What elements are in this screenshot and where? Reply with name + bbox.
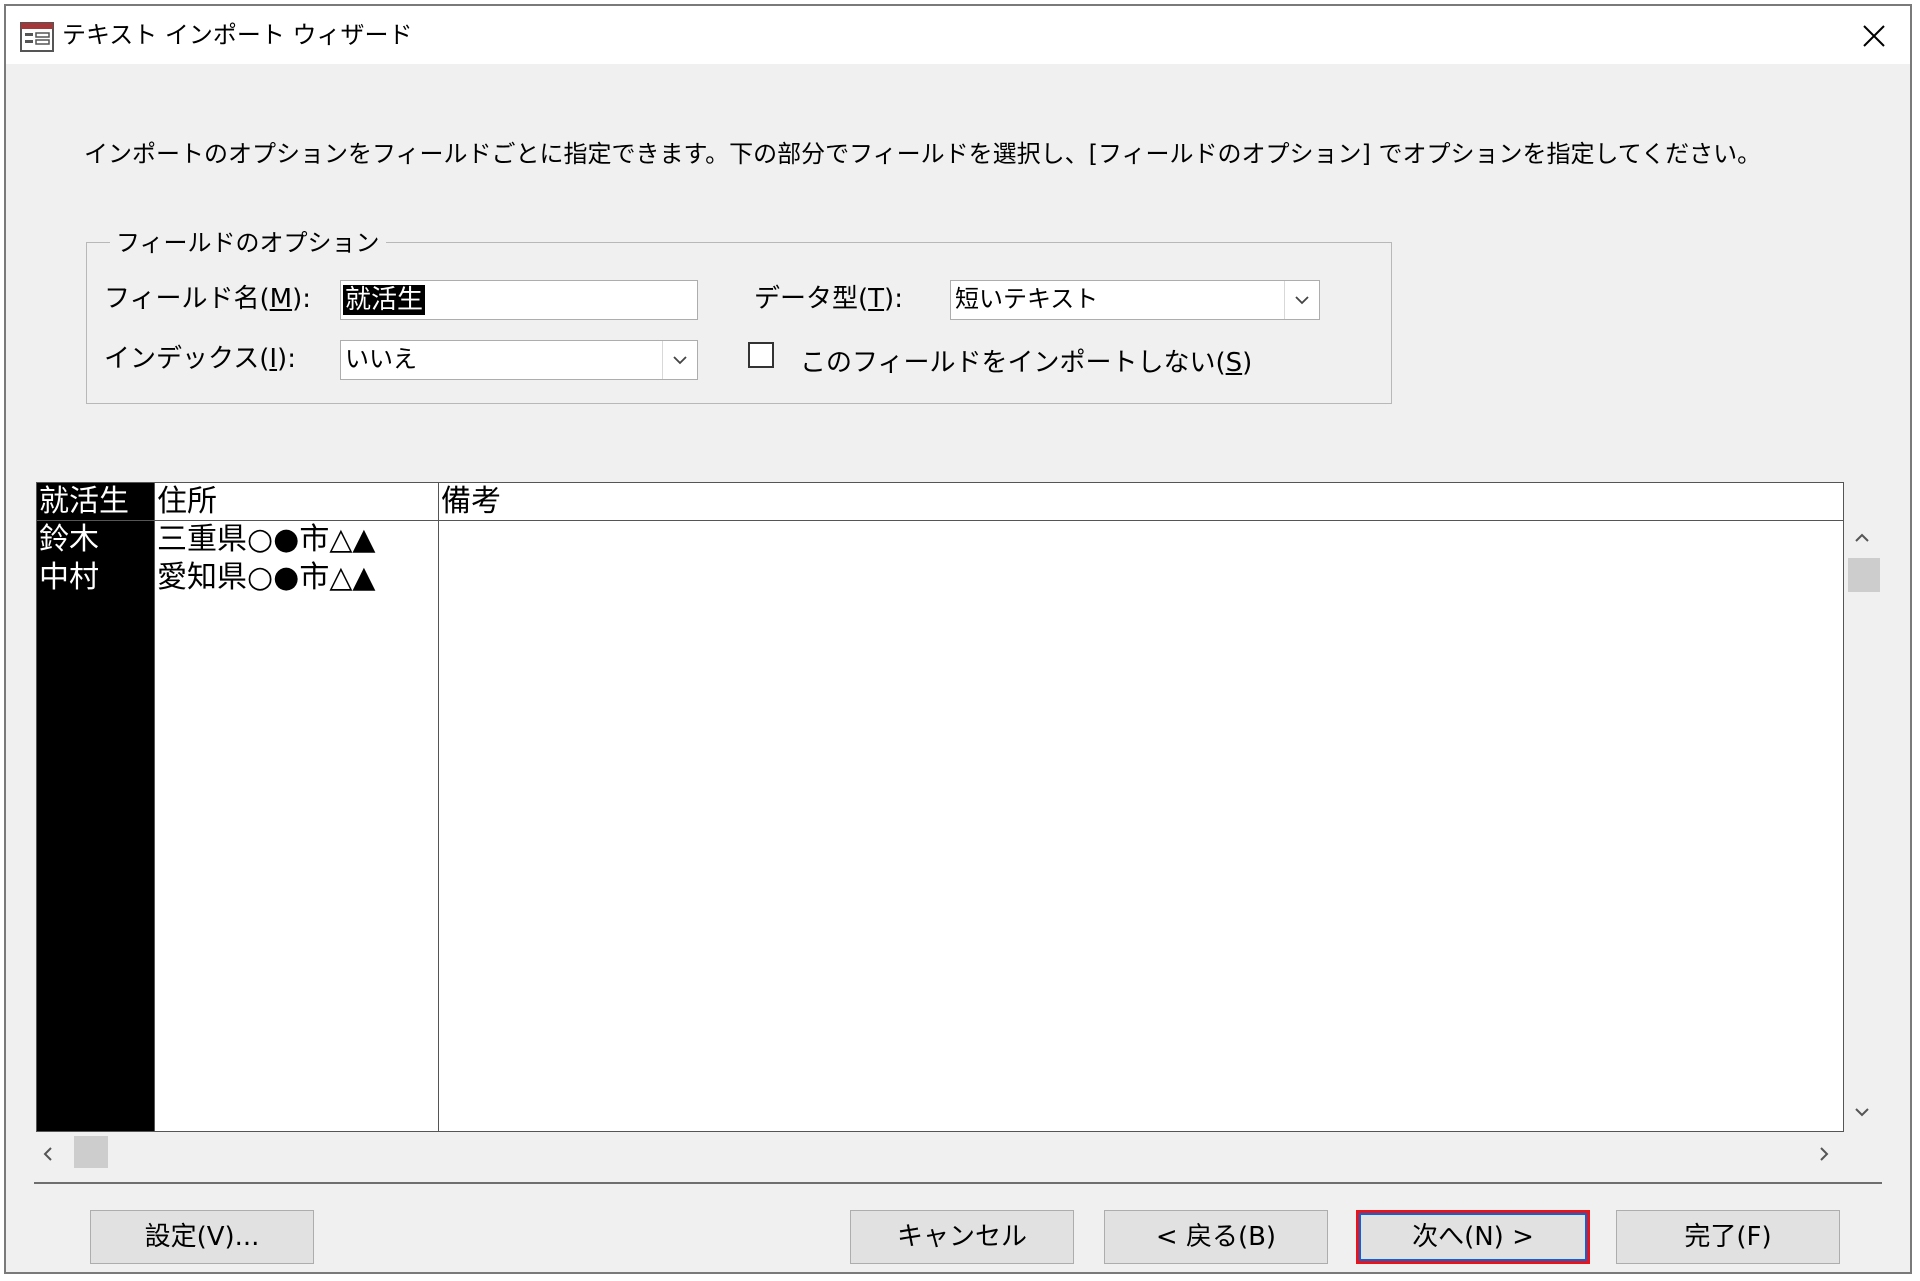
column-header[interactable]: 就活生: [37, 483, 154, 521]
skip-field-label[interactable]: このフィールドをインポートしない(S): [800, 346, 1252, 380]
field-name-label: フィールド名(M):: [104, 284, 311, 314]
window-title: テキスト インポート ウィザード: [62, 21, 413, 49]
field-name-input[interactable]: 就活生: [340, 280, 698, 320]
data-type-select[interactable]: 短いテキスト: [950, 280, 1320, 320]
scroll-left-icon[interactable]: [42, 1146, 54, 1162]
grid-cell: 三重県○●市△▲: [157, 522, 376, 557]
horizontal-scrollbar[interactable]: [36, 1134, 1844, 1172]
grid-column[interactable]: 備考: [439, 483, 1843, 1131]
grid-column[interactable]: 住所 三重県○●市△▲ 愛知県○●市△▲: [155, 483, 439, 1131]
data-type-dropdown-button[interactable]: [1284, 281, 1319, 319]
settings-button[interactable]: 設定(V)...: [90, 1210, 314, 1264]
finish-button[interactable]: 完了(F): [1616, 1210, 1840, 1264]
column-header[interactable]: 住所: [155, 483, 438, 521]
chevron-down-icon: [1295, 296, 1309, 305]
instruction-text: インポートのオプションをフィールドごとに指定できます。下の部分でフィールドを選択…: [84, 140, 1762, 168]
chevron-down-icon: [673, 356, 687, 365]
next-button[interactable]: 次へ(N) >: [1356, 1210, 1590, 1264]
access-app-icon: [20, 22, 54, 52]
scroll-right-icon[interactable]: [1818, 1146, 1830, 1162]
grid-cell: 愛知県○●市△▲: [157, 560, 376, 595]
horizontal-scroll-thumb[interactable]: [74, 1136, 108, 1168]
field-options-legend: フィールドのオプション: [110, 228, 386, 258]
text-import-wizard-window: テキスト インポート ウィザード インポートのオプションをフィールドごとに指定で…: [4, 4, 1912, 1274]
close-icon: [1863, 25, 1885, 47]
grid-cell: 中村: [39, 560, 99, 595]
title-bar: テキスト インポート ウィザード: [6, 6, 1910, 64]
data-type-label: データ型(T):: [754, 284, 903, 314]
skip-field-checkbox[interactable]: [748, 342, 774, 368]
index-dropdown-button[interactable]: [662, 341, 697, 379]
divider: [34, 1182, 1882, 1184]
scroll-up-icon[interactable]: [1854, 532, 1870, 544]
back-button[interactable]: < 戻る(B): [1104, 1210, 1328, 1264]
vertical-scroll-thumb[interactable]: [1848, 558, 1880, 592]
close-button[interactable]: [1852, 14, 1896, 58]
vertical-scrollbar[interactable]: [1844, 526, 1882, 1126]
scroll-down-icon[interactable]: [1854, 1106, 1870, 1118]
data-preview-grid[interactable]: 就活生 鈴木 中村 住所 三重県○●市△▲ 愛知県○●市△▲ 備考: [36, 482, 1844, 1132]
data-type-value: 短いテキスト: [955, 285, 1099, 313]
grid-column-selected[interactable]: 就活生 鈴木 中村: [37, 483, 155, 1131]
cancel-button[interactable]: キャンセル: [850, 1210, 1074, 1264]
column-header[interactable]: 備考: [439, 483, 1843, 521]
index-label: インデックス(I):: [104, 344, 296, 374]
field-name-value: 就活生: [343, 285, 426, 315]
grid-cell: 鈴木: [39, 522, 99, 557]
index-value: いいえ: [345, 345, 417, 373]
index-select[interactable]: いいえ: [340, 340, 698, 380]
